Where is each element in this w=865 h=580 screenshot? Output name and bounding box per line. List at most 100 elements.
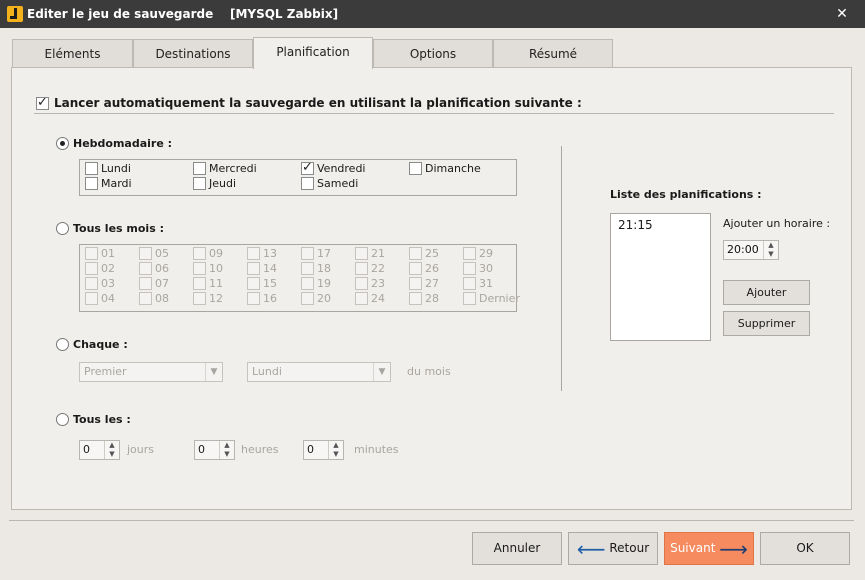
remove-time-button[interactable]: Supprimer xyxy=(723,311,810,336)
minutes-spinner[interactable]: 0 ▲ ▼ xyxy=(303,440,344,460)
time-spinner[interactable]: 20:00 ▲ ▼ xyxy=(723,240,779,260)
month-day-label: 12 xyxy=(209,292,223,305)
month-day-checkbox[interactable] xyxy=(247,262,260,275)
ok-button[interactable]: OK xyxy=(760,532,850,565)
chevron-down-icon[interactable]: ▼ xyxy=(764,250,778,259)
day-label: Samedi xyxy=(317,177,359,190)
arrow-up-icon[interactable]: ▲ xyxy=(220,441,234,450)
each-label: Chaque : xyxy=(73,338,128,351)
arrow-down-icon[interactable]: ▼ xyxy=(329,450,343,459)
occurrence-select[interactable]: Premier ▼ xyxy=(79,362,223,382)
weekday-select[interactable]: Lundi ▼ xyxy=(247,362,391,382)
month-day-checkbox[interactable] xyxy=(193,247,206,260)
arrow-down-icon[interactable]: ▼ xyxy=(220,450,234,459)
month-day-checkbox[interactable] xyxy=(247,277,260,290)
days-value: 0 xyxy=(83,443,90,456)
month-day-checkbox[interactable] xyxy=(193,262,206,275)
month-day-checkbox[interactable] xyxy=(355,262,368,275)
back-button[interactable]: ⟵ Retour xyxy=(568,532,658,565)
month-day-checkbox[interactable] xyxy=(463,247,476,260)
month-day-label: 23 xyxy=(371,277,385,290)
tab-label: Planification xyxy=(276,45,350,59)
auto-schedule-checkbox[interactable] xyxy=(36,95,49,110)
cancel-button[interactable]: Annuler xyxy=(472,532,562,565)
arrow-up-icon[interactable]: ▲ xyxy=(329,441,343,450)
close-icon[interactable]: ✕ xyxy=(819,0,865,28)
tab-label: Destinations xyxy=(155,47,231,61)
month-day-checkbox[interactable] xyxy=(301,247,314,260)
month-day-checkbox[interactable] xyxy=(85,247,98,260)
every-radio[interactable] xyxy=(56,413,69,426)
day-checkbox-lundi[interactable] xyxy=(85,162,98,175)
day-checkbox-jeudi[interactable] xyxy=(193,177,206,190)
ok-label: OK xyxy=(796,541,814,555)
chevron-up-icon[interactable]: ▲ xyxy=(764,241,778,250)
month-day-checkbox[interactable] xyxy=(301,292,314,305)
month-day-checkbox[interactable] xyxy=(193,277,206,290)
month-day-checkbox[interactable] xyxy=(85,277,98,290)
month-day-label: 27 xyxy=(425,277,439,290)
month-day-label: 16 xyxy=(263,292,277,305)
month-day-checkbox[interactable] xyxy=(409,247,422,260)
arrow-right-icon: ⟶ xyxy=(719,536,748,561)
days-spinner[interactable]: 0 ▲ ▼ xyxy=(79,440,120,460)
month-day-checkbox[interactable] xyxy=(409,292,422,305)
month-day-label: 09 xyxy=(209,247,223,260)
month-day-label: 22 xyxy=(371,262,385,275)
day-checkbox-dimanche[interactable] xyxy=(409,162,422,175)
tab-label: Résumé xyxy=(528,47,578,61)
month-day-checkbox[interactable] xyxy=(247,292,260,305)
add-time-button[interactable]: Ajouter xyxy=(723,280,810,305)
day-checkbox-mardi[interactable] xyxy=(85,177,98,190)
month-day-checkbox[interactable] xyxy=(139,262,152,275)
next-label: Suivant xyxy=(670,541,716,555)
schedule-panel: Lancer automatiquement la sauvegarde en … xyxy=(11,67,852,510)
month-day-checkbox[interactable] xyxy=(85,262,98,275)
tab-resume[interactable]: Résumé xyxy=(493,39,613,68)
month-day-checkbox[interactable] xyxy=(409,277,422,290)
month-day-checkbox[interactable] xyxy=(139,247,152,260)
day-label: Vendredi xyxy=(317,162,366,175)
auto-schedule-label: Lancer automatiquement la sauvegarde en … xyxy=(54,96,582,110)
schedule-list[interactable]: 21:15 xyxy=(610,213,711,341)
tab-planification[interactable]: Planification xyxy=(253,37,373,69)
weekly-radio[interactable] xyxy=(56,137,69,150)
month-day-checkbox[interactable] xyxy=(139,292,152,305)
month-day-checkbox[interactable] xyxy=(355,292,368,305)
vertical-divider xyxy=(561,146,562,391)
day-checkbox-mercredi[interactable] xyxy=(193,162,206,175)
month-day-checkbox[interactable] xyxy=(355,247,368,260)
day-checkbox-samedi[interactable] xyxy=(301,177,314,190)
next-button[interactable]: Suivant ⟶ xyxy=(664,532,754,565)
hours-spinner[interactable]: 0 ▲ ▼ xyxy=(194,440,235,460)
month-day-checkbox[interactable] xyxy=(193,292,206,305)
month-day-label: 21 xyxy=(371,247,385,260)
month-day-checkbox[interactable] xyxy=(301,277,314,290)
arrow-down-icon[interactable]: ▼ xyxy=(105,450,119,459)
title-bar: Editer le jeu de sauvegarde [MYSQL Zabbi… xyxy=(0,0,865,28)
tab-options[interactable]: Options xyxy=(373,39,493,68)
month-day-label: 15 xyxy=(263,277,277,290)
month-day-checkbox[interactable] xyxy=(409,262,422,275)
month-day-checkbox[interactable] xyxy=(301,262,314,275)
month-day-checkbox[interactable] xyxy=(247,247,260,260)
arrow-up-icon[interactable]: ▲ xyxy=(105,441,119,450)
month-day-checkbox[interactable] xyxy=(463,292,476,305)
month-day-label: 14 xyxy=(263,262,277,275)
month-day-checkbox[interactable] xyxy=(85,292,98,305)
month-day-label: 18 xyxy=(317,262,331,275)
day-checkbox-vendredi[interactable] xyxy=(301,160,314,175)
arrow-left-icon: ⟵ xyxy=(576,536,606,561)
tab-elements[interactable]: Eléments xyxy=(12,39,133,68)
tab-destinations[interactable]: Destinations xyxy=(133,39,253,68)
tab-label: Eléments xyxy=(44,47,101,61)
minutes-value: 0 xyxy=(307,443,314,456)
month-day-checkbox[interactable] xyxy=(355,277,368,290)
month-day-checkbox[interactable] xyxy=(463,262,476,275)
list-item[interactable]: 21:15 xyxy=(618,218,653,232)
monthly-radio[interactable] xyxy=(56,222,69,235)
month-day-label: 08 xyxy=(155,292,169,305)
month-day-checkbox[interactable] xyxy=(139,277,152,290)
each-radio[interactable] xyxy=(56,338,69,351)
month-day-checkbox[interactable] xyxy=(463,277,476,290)
